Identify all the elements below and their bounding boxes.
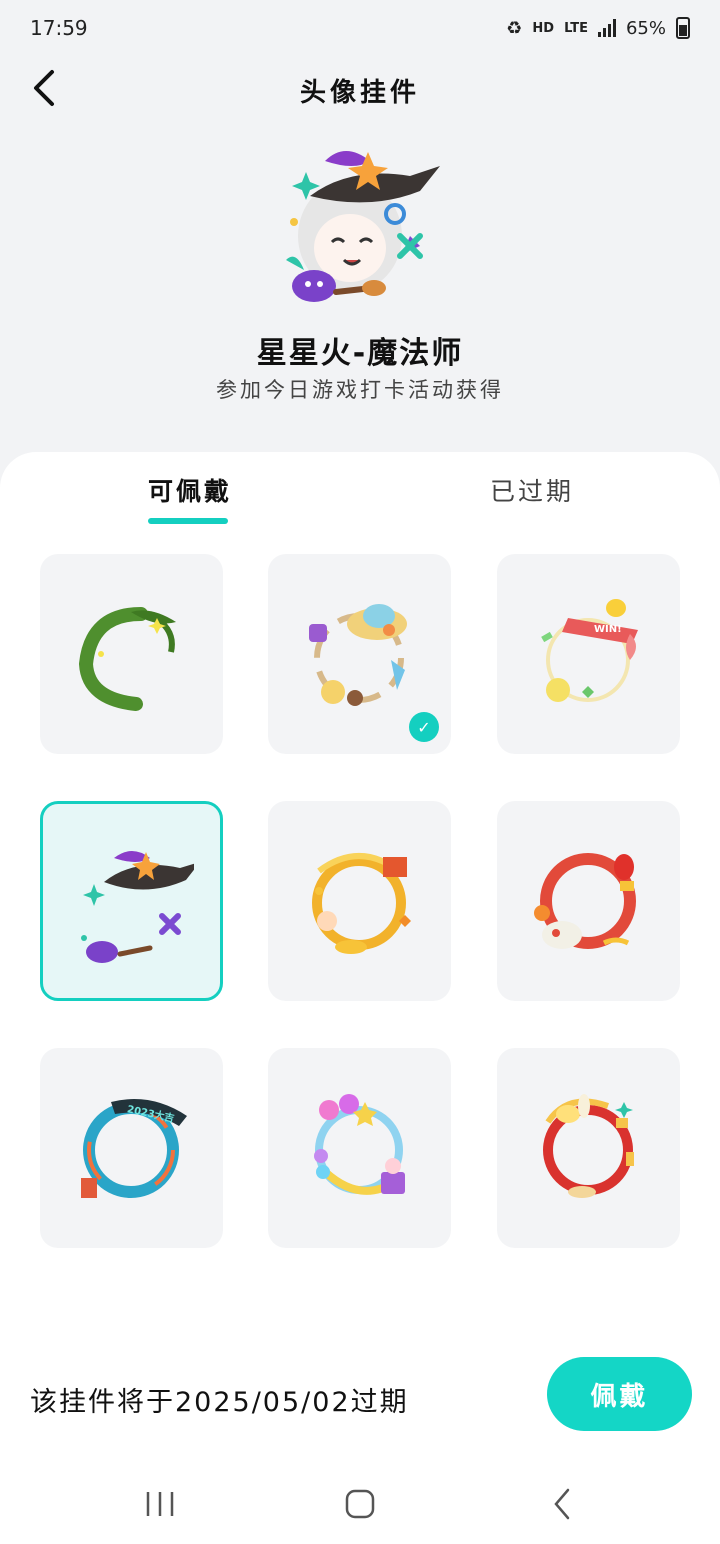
pendant-name: 星星火-魔法师: [256, 336, 464, 371]
bamboo-frame-icon: [78, 607, 176, 711]
status-bar: 17:59 ♻ HD LTE 65%: [0, 0, 720, 56]
recent-apps-icon: [146, 1492, 174, 1516]
lte-label: LTE: [564, 20, 588, 36]
svg-text:WIN!: WIN!: [594, 624, 622, 635]
pendant-card-summer-hat[interactable]: ✓: [268, 554, 451, 754]
check-icon: ✓: [409, 712, 439, 742]
tab-wearable-label: 可佩戴: [148, 477, 233, 506]
back-arrow-icon: [554, 1488, 570, 1520]
avatar-preview: [270, 136, 450, 316]
pendant-card-balloon[interactable]: [268, 1048, 451, 1248]
status-time: 17:59: [30, 16, 88, 40]
expiry-text: 该挂件将于2025/05/02过期: [30, 1387, 409, 1418]
tab-underline: [148, 518, 229, 524]
home-icon: [345, 1489, 375, 1519]
pendant-description: 参加今日游戏打卡活动获得: [216, 378, 504, 402]
pendant-card-win-ribbon[interactable]: WIN!: [497, 554, 680, 754]
gold-ribbon-frame-icon: [312, 853, 411, 954]
pendant-card-bamboo[interactable]: [40, 554, 223, 754]
signal-icon: [597, 19, 616, 37]
home-button[interactable]: [340, 1484, 380, 1524]
pendant-card-gold-ribbon[interactable]: [268, 801, 451, 1001]
battery-percent: 65%: [625, 17, 666, 39]
pendant-card-witch-hat[interactable]: [40, 801, 223, 1001]
wear-button[interactable]: 佩戴: [547, 1357, 692, 1431]
summer-hat-frame-icon: [309, 604, 407, 706]
win-ribbon-frame-icon: WIN!: [541, 599, 638, 702]
system-nav-bar: [0, 1464, 720, 1544]
pendant-card-red-bunny[interactable]: [497, 1048, 680, 1248]
pendant-card-lion-dance[interactable]: [497, 801, 680, 1001]
lion-dance-frame-icon: [534, 853, 636, 949]
pendant-card-2023-year[interactable]: 2023大吉: [40, 1048, 223, 1248]
tab-expired[interactable]: 已过期: [490, 472, 574, 508]
battery-icon: [676, 17, 690, 39]
status-icons: ♻ HD LTE 65%: [506, 17, 690, 39]
header: 头像挂件: [0, 56, 720, 120]
red-bunny-frame-icon: [543, 1094, 634, 1198]
recycle-icon: ♻: [506, 17, 523, 39]
system-back-button[interactable]: [542, 1484, 582, 1524]
balloon-frame-icon: [314, 1094, 405, 1195]
recent-apps-button[interactable]: [140, 1484, 180, 1524]
page-title: 头像挂件: [299, 78, 420, 108]
witch-hat-frame-icon: [81, 851, 194, 963]
tab-expired-label: 已过期: [490, 477, 575, 506]
tab-wearable[interactable]: 可佩戴: [148, 472, 233, 524]
hd-label: HD: [532, 20, 555, 36]
2023-year-frame-icon: 2023大吉: [81, 1099, 187, 1198]
